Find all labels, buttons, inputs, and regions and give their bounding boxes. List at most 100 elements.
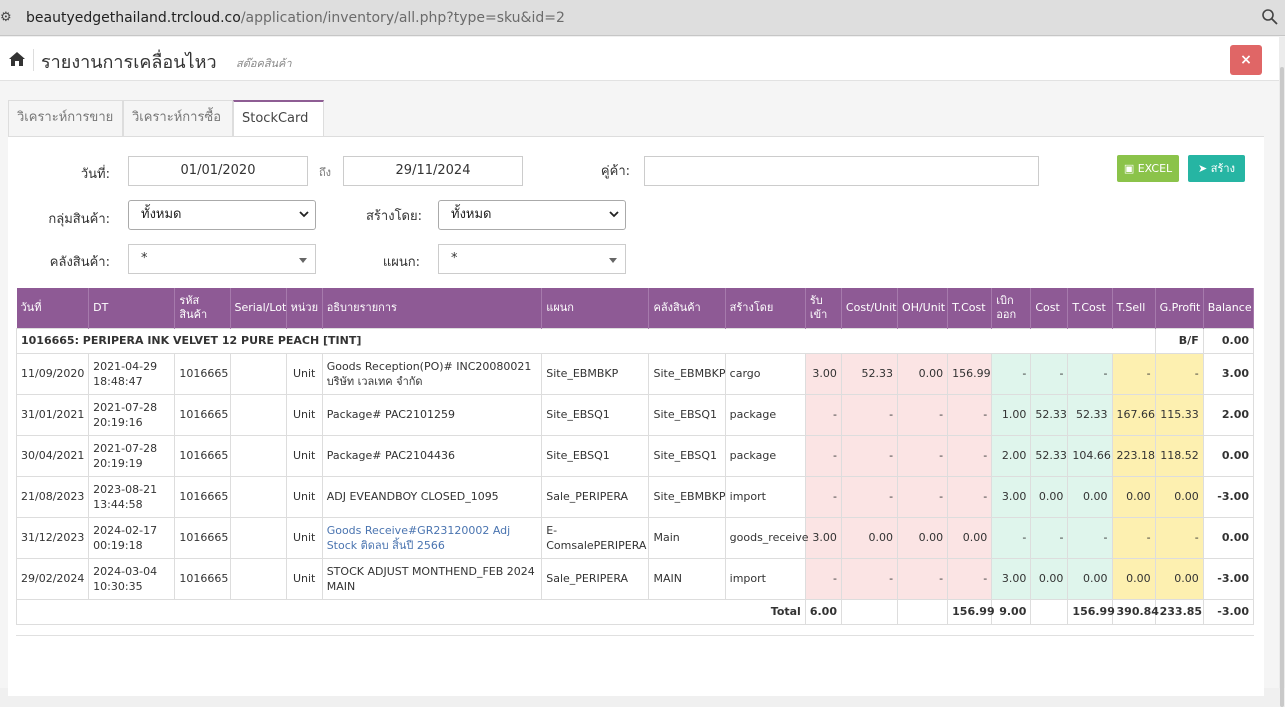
cell-date: 11/09/2020 xyxy=(15,352,90,395)
cell-balance: 2.00 xyxy=(1202,393,1255,436)
cell-tcost-out: 52.33 xyxy=(1067,393,1113,436)
page-subtitle: สต๊อคสินค้า xyxy=(236,57,292,70)
cell-cost: 0.00 xyxy=(1030,557,1069,600)
cell-code: 1016665 xyxy=(174,434,231,477)
cell-out: - xyxy=(991,352,1032,395)
column-header: Cost xyxy=(1030,288,1069,328)
cell-cost-unit: - xyxy=(840,393,899,436)
column-header: DT xyxy=(88,288,176,328)
cell-wh: Site_EBMBKP xyxy=(648,352,726,395)
bf-label: B/F xyxy=(1154,327,1204,354)
cell-cost: 0.00 xyxy=(1030,475,1069,518)
table-row[interactable]: 21/08/2023 2023-08-21 13:44:58 1016665 Unit… xyxy=(15,475,1255,518)
cell-in: 3.00 xyxy=(804,352,842,395)
date-label: วันที่: xyxy=(80,167,110,182)
cell-dept: Sale_PERIPERA xyxy=(541,475,650,518)
browser-address-bar[interactable]: ⚙ beautyedgethailand.trcloud.co/applicat… xyxy=(0,0,1285,36)
cell-tcost-out: - xyxy=(1067,352,1113,395)
cell-gprofit: 115.33 xyxy=(1154,393,1204,436)
caret-down-icon xyxy=(609,258,617,263)
cell-dt: 2024-02-17 00:19:18 xyxy=(88,516,176,559)
date-to-label: ถึง xyxy=(319,166,332,179)
tab-purchase-analysis[interactable]: วิเคราะห์การซื้อ xyxy=(123,100,233,137)
cell-tcost-in: - xyxy=(947,475,993,518)
department-select[interactable]: * xyxy=(438,244,626,274)
cell-code: 1016665 xyxy=(174,475,231,518)
total-cost xyxy=(1030,598,1069,625)
cell-date: 21/08/2023 xyxy=(15,475,90,518)
group-row: 1016665: PERIPERA INK VELVET 12 PURE PEA… xyxy=(16,327,1255,354)
cell-dt: 2021-07-28 20:19:16 xyxy=(88,393,176,436)
cell-in: 3.00 xyxy=(804,516,842,559)
bf-value: 0.00 xyxy=(1202,327,1255,354)
tab-stockcard[interactable]: StockCard xyxy=(233,100,324,137)
cell-tcost-out: 0.00 xyxy=(1067,475,1113,518)
department-value: * xyxy=(451,251,458,266)
cell-by: package xyxy=(724,393,806,436)
home-icon[interactable] xyxy=(8,51,26,67)
divider xyxy=(16,635,1254,636)
cell-serial xyxy=(229,434,287,477)
cell-in: - xyxy=(804,393,842,436)
table-row[interactable]: 31/12/2023 2024-02-17 00:19:18 1016665 Unit… xyxy=(15,516,1255,559)
cell-wh: Main xyxy=(648,516,726,559)
column-header: แผนก xyxy=(541,288,650,328)
cell-gprofit: 0.00 xyxy=(1154,557,1204,600)
table-row[interactable]: 29/02/2024 2024-03-04 10:30:35 1016665 Unit… xyxy=(15,557,1255,600)
cell-balance: 3.00 xyxy=(1202,352,1255,395)
divider xyxy=(33,49,34,71)
site-settings-icon[interactable]: ⚙ xyxy=(0,9,16,27)
column-header: Balance xyxy=(1203,288,1255,328)
create-button-label: สร้าง xyxy=(1210,162,1235,175)
url-path: /application/inventory/all.php?type=sku&… xyxy=(240,10,565,26)
cell-dept: Site_EBSQ1 xyxy=(541,434,650,477)
total-balance: -3.00 xyxy=(1202,598,1255,625)
tab-sales-analysis[interactable]: วิเคราะห์การขาย xyxy=(8,100,123,137)
close-button[interactable]: × xyxy=(1230,45,1262,75)
cell-desc[interactable]: Goods Receive#GR23120002 Adj Stock ติดลบ… xyxy=(321,516,543,559)
scrollbar-thumb[interactable] xyxy=(1280,67,1284,707)
report-panel: วันที่: 01/01/2020 ถึง 29/11/2024 คู่ค้า… xyxy=(8,136,1264,696)
cell-cost: - xyxy=(1030,516,1069,559)
column-header: T.Cost xyxy=(1067,288,1113,328)
warehouse-select[interactable]: * xyxy=(128,244,316,274)
partner-input[interactable] xyxy=(644,156,1039,186)
total-tcost-out: 156.99 xyxy=(1067,598,1115,625)
app-window: รายงานการเคลื่อนไหว สต๊อคสินค้า × วิเครา… xyxy=(0,37,1285,696)
cell-serial xyxy=(229,393,287,436)
cell-oh-unit: - xyxy=(897,557,949,600)
total-cost-unit xyxy=(840,598,899,625)
table-row[interactable]: 11/09/2020 2021-04-29 18:48:47 1016665 Unit… xyxy=(15,352,1255,395)
cell-cost-unit: - xyxy=(840,475,899,518)
date-from-input[interactable]: 01/01/2020 xyxy=(128,156,308,186)
table-row[interactable]: 30/04/2021 2021-07-28 20:19:19 1016665 Unit… xyxy=(15,434,1255,477)
zoom-icon[interactable] xyxy=(1261,8,1279,26)
cell-tsell: 223.18 xyxy=(1111,434,1156,477)
cell-unit: Unit xyxy=(285,475,323,518)
create-button[interactable]: ➤ สร้าง xyxy=(1188,155,1245,182)
cell-by: import xyxy=(724,557,806,600)
cell-wh: MAIN xyxy=(648,557,726,600)
cell-out: 3.00 xyxy=(991,475,1032,518)
cell-tcost-in: - xyxy=(947,393,993,436)
cell-oh-unit: - xyxy=(897,434,949,477)
cell-gprofit: - xyxy=(1154,516,1204,559)
cell-tcost-out: 0.00 xyxy=(1067,557,1113,600)
product-group-label: กลุ่มสินค้า: xyxy=(48,212,110,227)
product-group-select[interactable]: ทั้งหมด xyxy=(128,200,316,230)
cell-unit: Unit xyxy=(285,516,323,559)
cell-balance: 0.00 xyxy=(1202,516,1255,559)
cell-code: 1016665 xyxy=(174,352,231,395)
table-header-row: วันที่ DT รหัส สินค้า Serial/Lot หน่วย อธิบาย… xyxy=(16,288,1255,328)
table-row[interactable]: 31/01/2021 2021-07-28 20:19:16 1016665 Unit… xyxy=(15,393,1255,436)
scrollbar[interactable] xyxy=(1279,37,1285,707)
cell-unit: Unit xyxy=(285,352,323,395)
created-by-select[interactable]: ทั้งหมด xyxy=(438,200,626,230)
date-to-input[interactable]: 29/11/2024 xyxy=(343,156,523,186)
url-text[interactable]: beautyedgethailand.trcloud.co/applicatio… xyxy=(26,8,565,28)
send-icon: ➤ xyxy=(1198,162,1211,175)
cell-unit: Unit xyxy=(285,393,323,436)
excel-button[interactable]: ▣ EXCEL xyxy=(1117,155,1179,182)
cell-code: 1016665 xyxy=(174,557,231,600)
cell-oh-unit: 0.00 xyxy=(897,516,949,559)
